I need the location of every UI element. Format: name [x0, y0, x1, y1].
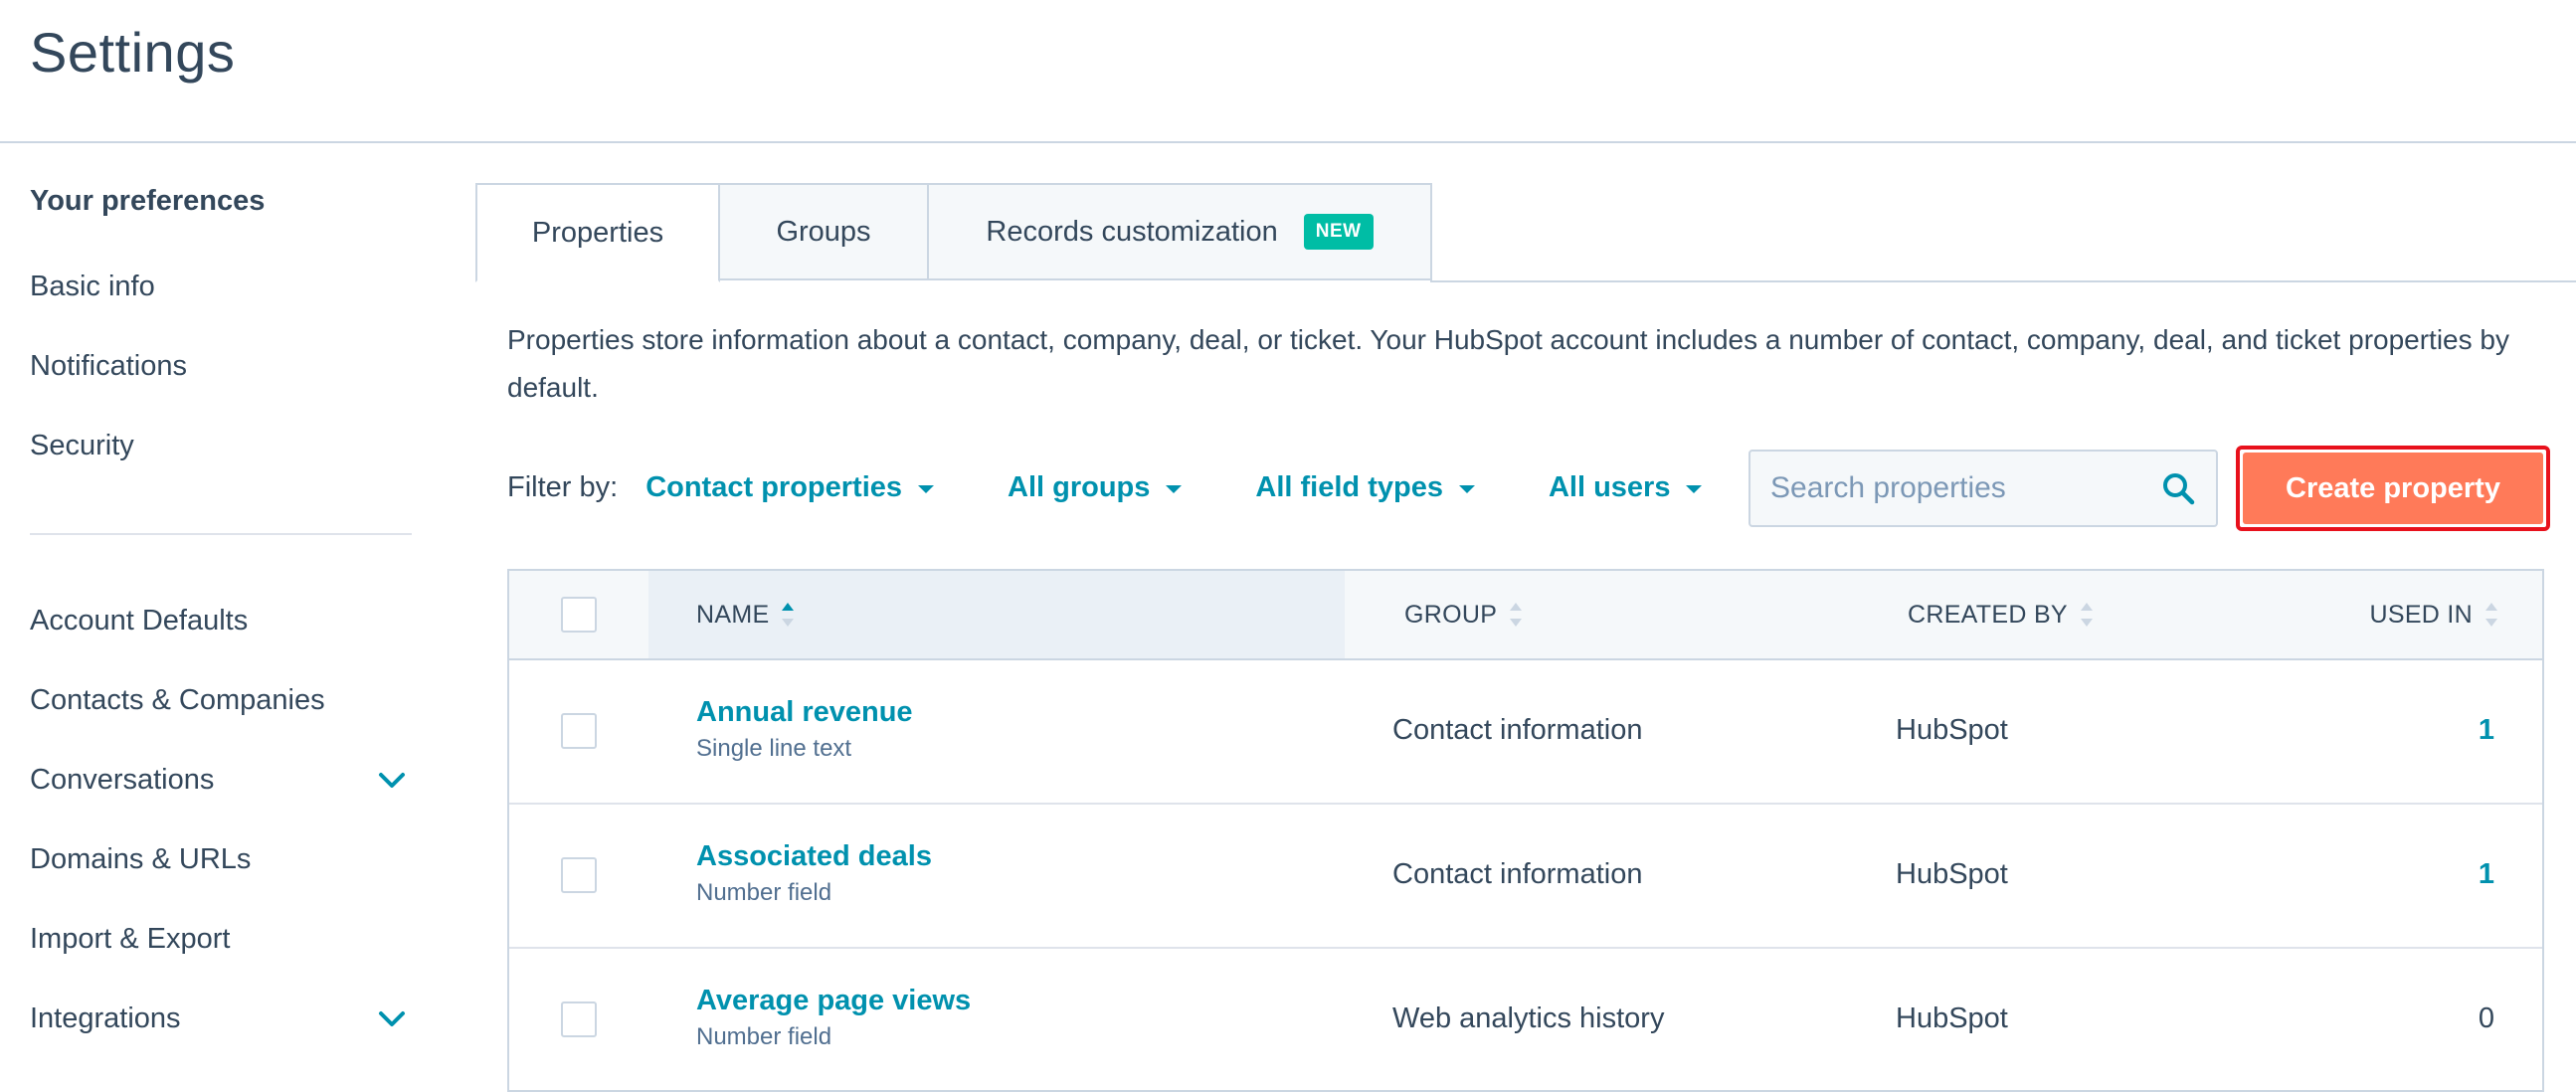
new-badge: NEW	[1303, 214, 1374, 250]
filter-value: Contact properties	[645, 470, 903, 503]
search-input[interactable]	[1750, 451, 2160, 526]
sort-icon	[2080, 603, 2093, 627]
create-property-highlight: Create property	[2236, 446, 2550, 531]
property-name-cell: Annual revenue Single line text	[696, 696, 913, 763]
properties-description: Properties store information about a con…	[507, 324, 2509, 403]
property-name-link[interactable]: Average page views	[696, 985, 971, 1017]
sidebar-item-conversations[interactable]: Conversations	[30, 764, 405, 797]
property-field-type: Single line text	[696, 735, 852, 762]
sidebar-item-label: Basic info	[30, 271, 155, 302]
property-created-by: HubSpot	[1896, 858, 2008, 890]
create-property-button[interactable]: Create property	[2243, 453, 2543, 524]
row-checkbox[interactable]	[561, 1001, 597, 1037]
sidebar-item-notifications[interactable]: Notifications	[30, 350, 398, 383]
page-header: Settings	[0, 0, 2576, 143]
sidebar-item-label: Notifications	[30, 350, 187, 382]
caret-down-icon	[1686, 485, 1703, 493]
property-created-by: HubSpot	[1896, 714, 2008, 746]
search-box	[1748, 450, 2218, 527]
column-label: CREATED BY	[1908, 600, 2068, 629]
property-group: Web analytics history	[1392, 1002, 1665, 1034]
column-label: USED IN	[2369, 600, 2473, 629]
column-label: GROUP	[1404, 600, 1498, 629]
sidebar-item-label: Conversations	[30, 764, 215, 796]
sidebar-item-import-export[interactable]: Import & Export	[30, 923, 398, 956]
table-row: Associated deals Number field Contact in…	[509, 805, 2542, 949]
sidebar-item-security[interactable]: Security	[30, 430, 398, 462]
sort-icon	[1510, 603, 1523, 627]
sidebar-item-label: Security	[30, 430, 134, 461]
property-used-in[interactable]: 1	[2479, 660, 2494, 801]
property-field-type: Number field	[696, 1023, 832, 1050]
properties-tabs: Properties Groups Records customization …	[475, 183, 1432, 282]
sidebar-item-label: Domains & URLs	[30, 843, 252, 875]
tab-label: Properties	[531, 216, 664, 249]
column-label: NAME	[696, 600, 770, 629]
sidebar-divider	[30, 533, 412, 535]
caret-down-icon	[1166, 485, 1183, 493]
filter-label: Filter by:	[507, 470, 619, 503]
caret-down-icon	[918, 485, 935, 493]
property-used-in[interactable]: 1	[2479, 805, 2494, 945]
select-all-checkbox[interactable]	[561, 597, 597, 633]
tab-label: Groups	[776, 215, 871, 248]
column-header-name[interactable]: NAME	[696, 571, 795, 658]
sidebar-section-your-preferences: Your preferences	[30, 185, 266, 217]
sidebar-item-contacts-companies[interactable]: Contacts & Companies	[30, 684, 398, 717]
sort-icon	[2485, 603, 2497, 627]
tab-label: Records customization	[986, 215, 1278, 248]
sidebar-item-label: Import & Export	[30, 923, 231, 955]
column-header-created-by[interactable]: CREATED BY	[1908, 571, 2094, 658]
table-header: NAME GROUP CREATED BY USED IN	[509, 571, 2542, 660]
tab-records-customization[interactable]: Records customization NEW	[929, 183, 1432, 280]
caret-down-icon	[1458, 485, 1475, 493]
search-icon[interactable]	[2160, 470, 2196, 506]
property-used-in: 0	[2478, 1002, 2494, 1034]
sidebar-item-domains-urls[interactable]: Domains & URLs	[30, 843, 398, 876]
property-name-cell: Associated deals Number field	[696, 840, 932, 907]
filter-value: All users	[1548, 470, 1671, 503]
tab-properties[interactable]: Properties	[475, 183, 720, 282]
tabs-divider	[1430, 280, 2576, 282]
row-checkbox[interactable]	[561, 713, 597, 749]
properties-table: NAME GROUP CREATED BY USED IN Annual rev…	[507, 569, 2544, 1092]
column-header-group[interactable]: GROUP	[1404, 571, 1523, 658]
property-name-link[interactable]: Associated deals	[696, 840, 932, 873]
row-checkbox[interactable]	[561, 857, 597, 893]
property-name-cell: Average page views Number field	[696, 985, 971, 1051]
field-types-filter[interactable]: All field types	[1255, 471, 1475, 504]
settings-sidebar: Your preferences Basic info Notification…	[0, 143, 438, 1088]
property-group: Contact information	[1392, 858, 1643, 890]
sort-ascending-icon	[782, 603, 795, 627]
filter-value: All field types	[1255, 470, 1443, 503]
property-field-type: Number field	[696, 879, 832, 906]
tab-groups[interactable]: Groups	[720, 183, 929, 280]
object-type-filter[interactable]: Contact properties	[645, 470, 935, 504]
sidebar-item-label: Account Defaults	[30, 605, 249, 637]
chevron-down-icon[interactable]	[378, 772, 406, 790]
property-name-link[interactable]: Annual revenue	[696, 696, 913, 729]
property-group: Contact information	[1392, 714, 1643, 746]
sidebar-item-label: Contacts & Companies	[30, 684, 325, 716]
filter-bar: Filter by: Contact properties All groups…	[507, 467, 1775, 507]
sidebar-item-account-defaults[interactable]: Account Defaults	[30, 605, 398, 637]
filter-value: All groups	[1008, 470, 1151, 503]
users-filter[interactable]: All users	[1549, 471, 1703, 504]
table-row: Average page views Number field Web anal…	[509, 949, 2542, 1090]
sidebar-item-basic-info[interactable]: Basic info	[30, 271, 398, 303]
sidebar-item-label: Integrations	[30, 1002, 181, 1034]
page-title: Settings	[30, 21, 236, 84]
chevron-down-icon[interactable]	[378, 1010, 406, 1028]
column-header-used-in[interactable]: USED IN	[2369, 571, 2498, 658]
property-created-by: HubSpot	[1896, 1002, 2008, 1034]
table-row: Annual revenue Single line text Contact …	[509, 660, 2542, 805]
groups-filter[interactable]: All groups	[1008, 470, 1183, 504]
sidebar-item-integrations[interactable]: Integrations	[30, 1002, 405, 1035]
